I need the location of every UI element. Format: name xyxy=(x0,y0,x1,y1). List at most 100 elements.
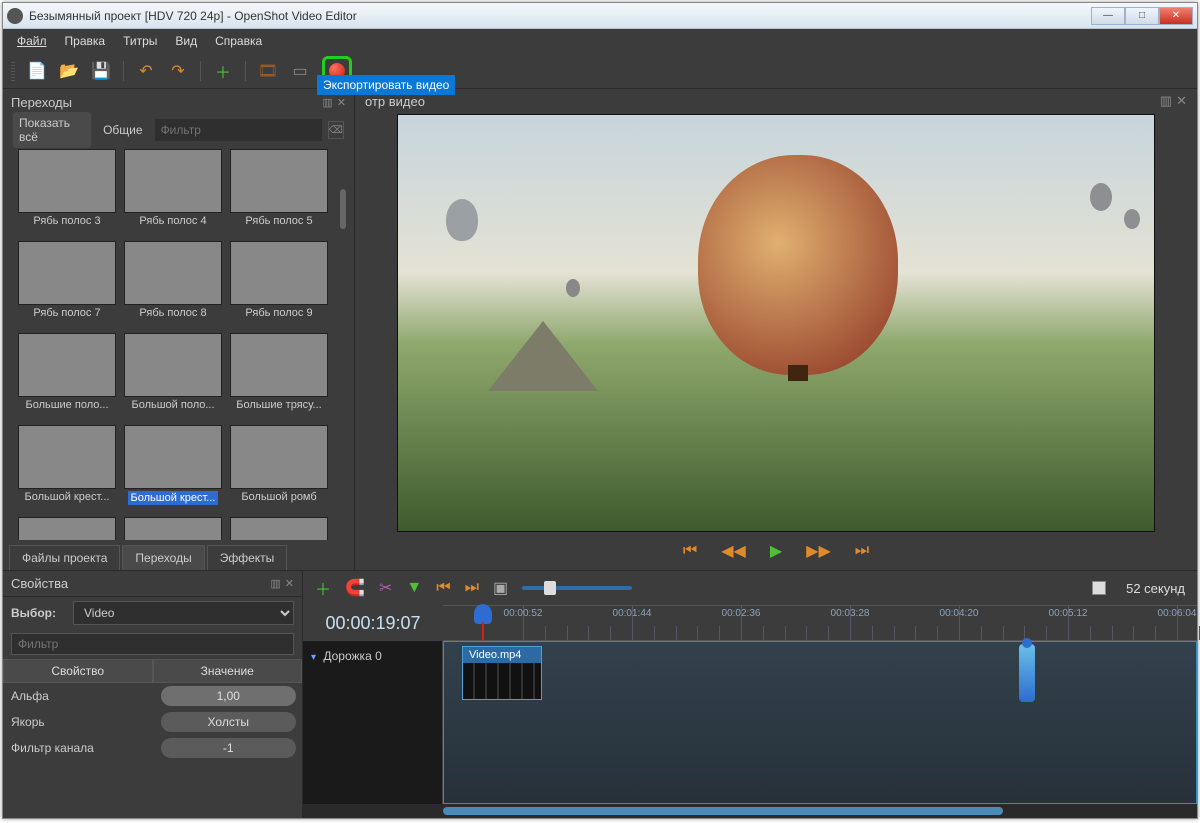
property-row[interactable]: Фильтр канала -1 xyxy=(3,735,302,761)
panel-detach-icon[interactable]: ▥ xyxy=(322,96,332,109)
rewind-icon[interactable]: ◀◀ xyxy=(721,541,746,561)
transition-item[interactable] xyxy=(17,517,117,540)
go-start-icon[interactable]: ⏮ xyxy=(683,542,697,560)
timeline-panel: ＋ 🧲 ✂ ▼ ⏮ ⏭ ▣ 52 секунд 00:00:19:07 00:0… xyxy=(303,571,1197,818)
panel-close-icon[interactable]: ✕ xyxy=(285,577,294,590)
menu-edit[interactable]: Правка xyxy=(57,31,114,51)
panel-close-icon[interactable]: ✕ xyxy=(1176,93,1187,109)
transition-label: Большой крест... xyxy=(128,491,219,505)
duration-checkbox[interactable] xyxy=(1092,581,1106,595)
menu-file[interactable]: Файл xyxy=(9,31,55,51)
tab-transitions[interactable]: Переходы xyxy=(122,545,204,570)
preview-balloon-small xyxy=(446,199,478,241)
transition-item[interactable]: Рябь полос 8 xyxy=(123,241,223,329)
undo-icon[interactable]: ↶ xyxy=(136,61,156,81)
export-video-tooltip: Экспортировать видео xyxy=(317,75,455,95)
transitions-scrollbar[interactable] xyxy=(336,149,350,540)
clip-end-handle[interactable] xyxy=(1019,644,1035,702)
property-row[interactable]: Альфа1,00 xyxy=(3,683,302,709)
tab-effects[interactable]: Эффекты xyxy=(207,545,288,570)
go-end-icon[interactable]: ⏭ xyxy=(855,542,869,560)
center-playhead-icon[interactable]: ▣ xyxy=(493,578,508,598)
transition-label: Большой ромб xyxy=(241,491,316,503)
app-icon xyxy=(7,8,23,24)
transition-thumbnail xyxy=(18,425,116,489)
preview-balloon-small xyxy=(1124,209,1140,229)
transition-item[interactable]: Рябь полос 4 xyxy=(123,149,223,237)
col-value[interactable]: Значение xyxy=(153,659,303,683)
tab-project-files[interactable]: Файлы проекта xyxy=(9,545,120,570)
transition-item[interactable]: Рябь полос 3 xyxy=(17,149,117,237)
profile-icon[interactable]: 🎞 xyxy=(258,61,278,81)
menu-help[interactable]: Справка xyxy=(207,31,270,51)
transition-item[interactable]: Рябь полос 7 xyxy=(17,241,117,329)
import-files-icon[interactable]: ＋ xyxy=(213,61,233,81)
transition-thumbnail xyxy=(230,241,328,305)
preview-panel-header: отр видео ▥ ✕ xyxy=(355,89,1197,114)
transition-item[interactable]: Большие поло... xyxy=(17,333,117,421)
transition-label: Большой крест... xyxy=(25,491,110,503)
property-name: Фильтр канала xyxy=(3,736,155,760)
window-maximize-button[interactable]: □ xyxy=(1125,7,1159,25)
open-project-icon[interactable]: 📂 xyxy=(59,61,79,81)
timeline-ruler[interactable]: 00:00:5200:01:4400:02:3600:03:2800:04:20… xyxy=(443,605,1197,641)
select-item-dropdown[interactable]: Video xyxy=(73,601,294,625)
transition-item[interactable]: Рябь полос 5 xyxy=(229,149,329,237)
razor-icon[interactable]: ✂ xyxy=(379,578,392,598)
window-minimize-button[interactable]: — xyxy=(1091,7,1125,25)
menu-titles[interactable]: Титры xyxy=(115,31,165,51)
window-title: Безымянный проект [HDV 720 24p] - OpenSh… xyxy=(29,9,1091,23)
timeline-horizontal-scrollbar[interactable] xyxy=(303,804,1197,818)
show-all-chip[interactable]: Показать всё xyxy=(13,112,91,148)
panel-close-icon[interactable]: ✕ xyxy=(337,96,346,109)
ruler-label: 00:00:52 xyxy=(504,608,543,619)
transition-thumbnail xyxy=(18,517,116,540)
track-body[interactable]: Video.mp4 xyxy=(443,641,1197,804)
transition-item[interactable]: Большой крест... xyxy=(123,425,223,513)
video-preview[interactable] xyxy=(397,114,1155,532)
track-header[interactable]: ▾ Дорожка 0 xyxy=(303,641,443,804)
snap-icon[interactable]: 🧲 xyxy=(345,578,365,598)
transition-item[interactable]: Большие трясу... xyxy=(229,333,329,421)
transition-item[interactable] xyxy=(229,517,329,540)
window-close-button[interactable]: ✕ xyxy=(1159,7,1193,25)
transition-item[interactable]: Рябь полос 9 xyxy=(229,241,329,329)
panel-detach-icon[interactable]: ▥ xyxy=(1160,93,1172,109)
timeline-duration: 52 секунд xyxy=(1126,581,1185,596)
play-icon[interactable]: ▶ xyxy=(770,541,782,561)
transition-item[interactable]: Большой поло... xyxy=(123,333,223,421)
clear-filter-icon[interactable]: ⌫ xyxy=(328,121,344,139)
panel-detach-icon[interactable]: ▥ xyxy=(270,577,280,590)
zoom-slider[interactable] xyxy=(522,586,632,590)
col-property[interactable]: Свойство xyxy=(3,659,153,683)
new-project-icon[interactable]: 📄 xyxy=(27,61,47,81)
playhead[interactable] xyxy=(474,604,492,624)
transition-item[interactable] xyxy=(123,517,223,540)
transition-thumbnail xyxy=(230,149,328,213)
timeline-clip[interactable]: Video.mp4 xyxy=(462,646,542,700)
preview-panel-title: отр видео xyxy=(365,94,425,109)
transitions-filter-input[interactable] xyxy=(155,119,322,141)
property-value[interactable]: 1,00 xyxy=(161,686,297,706)
fullscreen-icon[interactable]: ▭ xyxy=(290,61,310,81)
titlebar: Безымянный проект [HDV 720 24p] - OpenSh… xyxy=(3,3,1197,29)
transition-item[interactable]: Большой крест... xyxy=(17,425,117,513)
property-value[interactable]: Холсты xyxy=(161,712,297,732)
menu-view[interactable]: Вид xyxy=(167,31,205,51)
prev-marker-icon[interactable]: ⏮ xyxy=(436,579,450,597)
property-value[interactable]: -1 xyxy=(161,738,297,758)
fast-forward-icon[interactable]: ▶▶ xyxy=(806,541,831,561)
add-track-icon[interactable]: ＋ xyxy=(315,576,331,600)
redo-icon[interactable]: ↷ xyxy=(168,61,188,81)
next-marker-icon[interactable]: ⏭ xyxy=(465,579,479,597)
properties-filter-input[interactable] xyxy=(11,633,294,655)
menu-bar: Файл Правка Титры Вид Справка xyxy=(3,29,1197,53)
property-row[interactable]: ЯкорьХолсты xyxy=(3,709,302,735)
transitions-filter-row: Показать всё Общие ⌫ xyxy=(3,115,354,145)
add-marker-icon[interactable]: ▼ xyxy=(406,579,422,597)
save-project-icon[interactable]: 💾 xyxy=(91,61,111,81)
ruler-label: 00:04:20 xyxy=(940,608,979,619)
common-chip[interactable]: Общие xyxy=(97,119,148,141)
transition-item[interactable]: Большой ромб xyxy=(229,425,329,513)
track-chevron-icon[interactable]: ▾ xyxy=(311,652,316,663)
